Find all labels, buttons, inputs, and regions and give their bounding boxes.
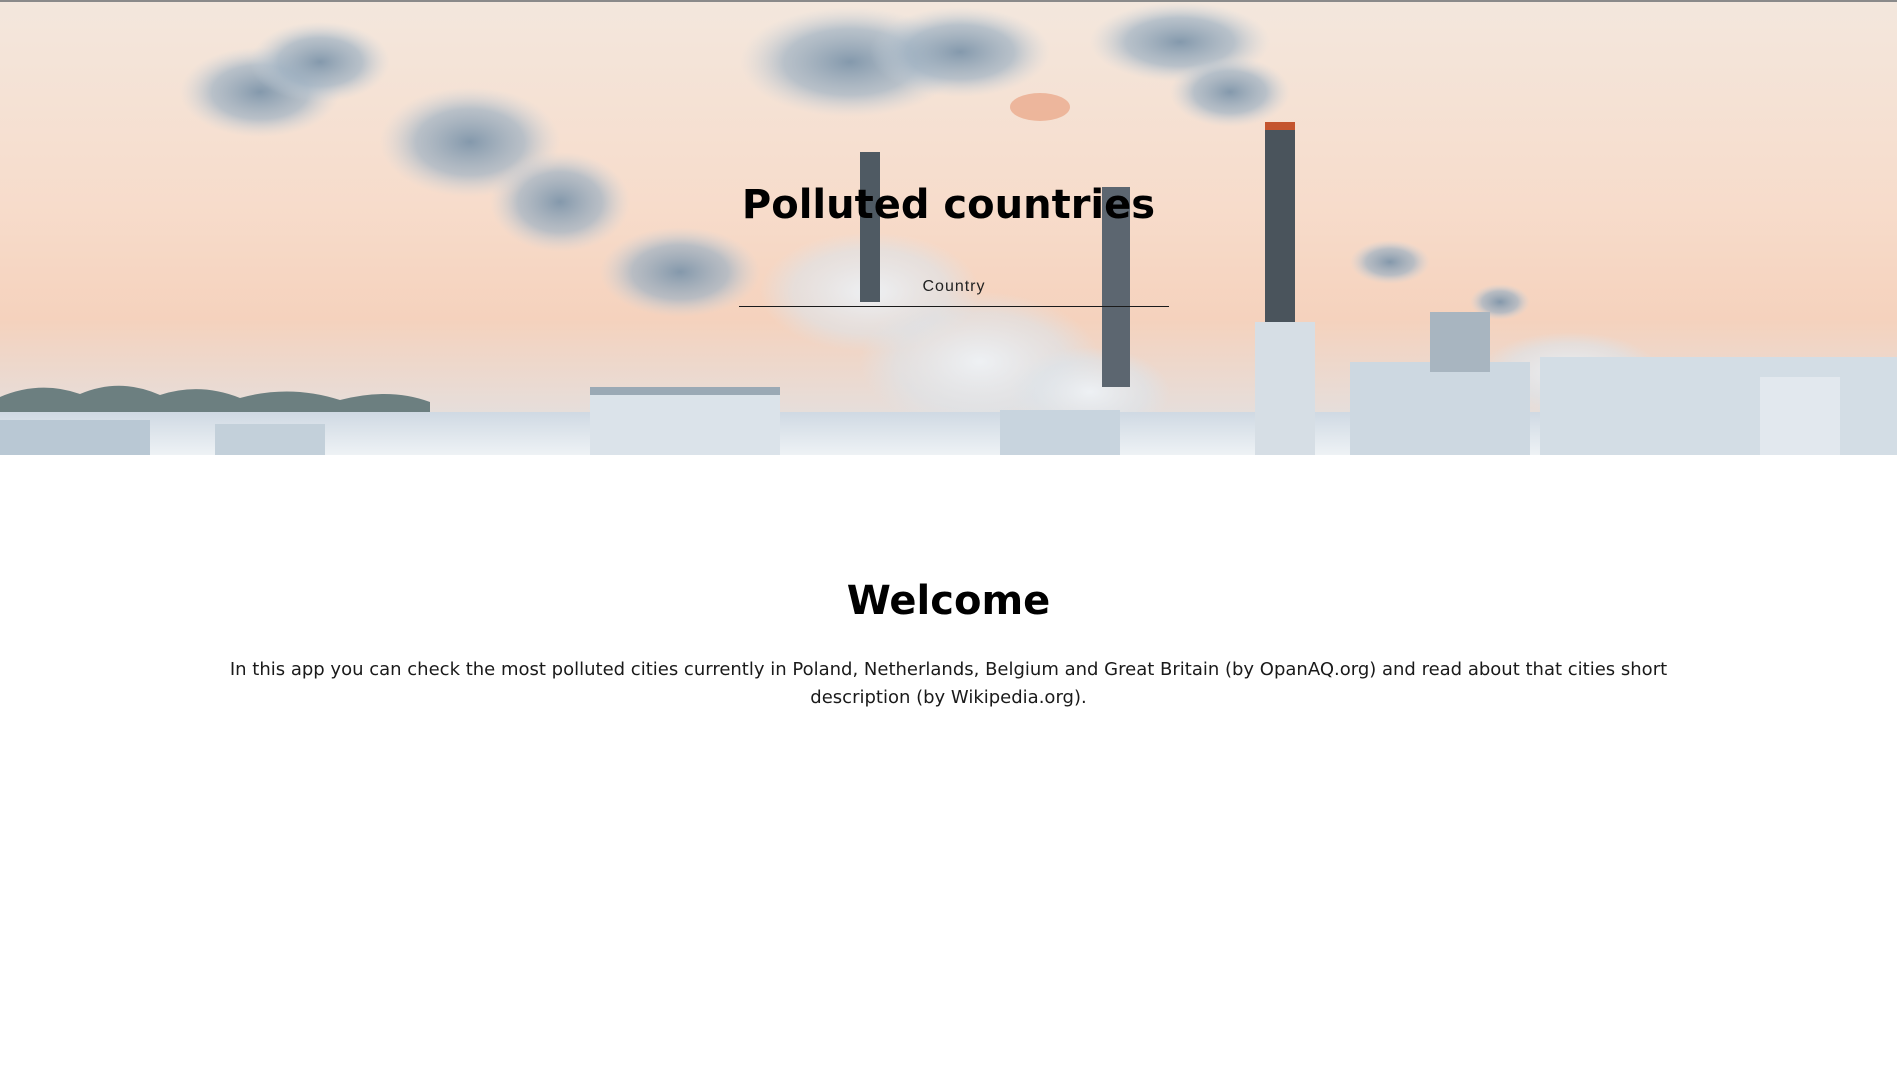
industrial-smoke-background-image — [0, 2, 1897, 455]
hero-banner: Polluted countries Country — [0, 2, 1897, 455]
intro-paragraph: In this app you can check the most pollu… — [229, 659, 1668, 708]
page-title: Polluted countries — [741, 182, 1156, 228]
welcome-heading: Welcome — [846, 578, 1051, 624]
country-select[interactable]: Country — [739, 272, 1169, 307]
country-select-label: Country — [922, 278, 986, 295]
